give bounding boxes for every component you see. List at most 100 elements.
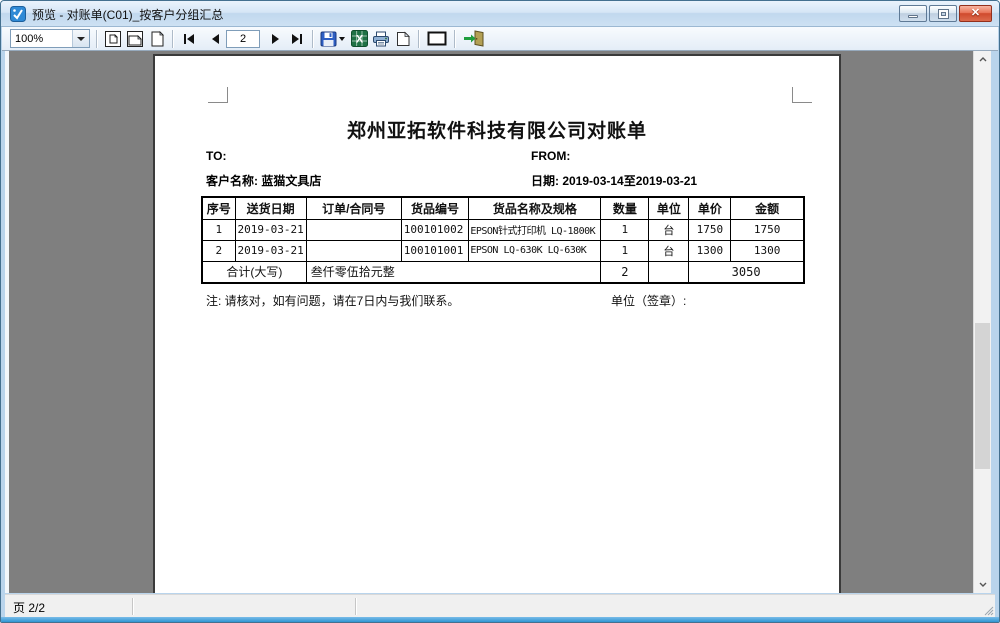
col-header: 单位 bbox=[649, 197, 689, 219]
actual-size-button[interactable] bbox=[146, 29, 168, 49]
fit-page-icon bbox=[104, 30, 122, 48]
separator bbox=[172, 30, 174, 48]
cell-seq: 2 bbox=[202, 240, 235, 261]
cell-order bbox=[306, 219, 401, 240]
blank-page-icon bbox=[396, 31, 410, 47]
page-indicator: 页 2/2 bbox=[13, 599, 45, 616]
last-page-icon bbox=[291, 34, 303, 44]
save-button[interactable] bbox=[318, 29, 348, 49]
to-label: TO: bbox=[206, 149, 226, 163]
maximize-icon bbox=[939, 10, 948, 18]
window-title: 预览 - 对账单(C01)_按客户分组汇总 bbox=[32, 6, 223, 23]
separator bbox=[96, 30, 98, 48]
close-button[interactable]: ✕ bbox=[959, 5, 992, 22]
printer-icon bbox=[372, 31, 390, 47]
scroll-up-button[interactable] bbox=[974, 51, 991, 68]
cell-amount: 1300 bbox=[731, 240, 804, 261]
save-icon bbox=[320, 31, 346, 47]
resize-grip[interactable] bbox=[982, 604, 994, 616]
preview-window: 预览 - 对账单(C01)_按客户分组汇总 ✕ bbox=[0, 0, 1000, 623]
total-amount: 3050 bbox=[689, 261, 804, 283]
total-unit bbox=[649, 261, 689, 283]
window-bottom-border bbox=[1, 617, 999, 622]
scroll-down-button[interactable] bbox=[974, 576, 991, 593]
next-page-button[interactable] bbox=[264, 29, 286, 49]
cell-name: EPSON LQ-630K LQ-630K bbox=[469, 240, 601, 261]
customer-name: 客户名称: 蓝猫文具店 bbox=[206, 172, 321, 189]
col-header: 序号 bbox=[202, 197, 235, 219]
blank-page-button[interactable] bbox=[392, 29, 414, 49]
table-total-row: 合计(大写) 叁仟零伍拾元整 2 3050 bbox=[202, 261, 804, 283]
crop-mark-left bbox=[208, 87, 228, 103]
margins-button[interactable] bbox=[424, 29, 450, 49]
cell-price: 1300 bbox=[689, 240, 731, 261]
scrollbar-thumb[interactable] bbox=[975, 323, 990, 469]
svg-text:X: X bbox=[355, 34, 363, 46]
cell-seq: 1 bbox=[202, 219, 235, 240]
minimize-button[interactable] bbox=[899, 5, 927, 22]
cell-unit: 台 bbox=[649, 219, 689, 240]
chevron-down-icon bbox=[77, 37, 85, 41]
total-label: 合计(大写) bbox=[202, 261, 306, 283]
col-header: 金额 bbox=[731, 197, 804, 219]
separator bbox=[355, 598, 357, 615]
document-page: 郑州亚拓软件科技有限公司对账单 TO: FROM: 客户名称: 蓝猫文具店 日期… bbox=[153, 54, 841, 593]
prev-page-icon bbox=[211, 34, 220, 44]
col-header: 货品编号 bbox=[401, 197, 469, 219]
document-title: 郑州亚拓软件科技有限公司对账单 bbox=[155, 116, 839, 143]
date-range: 日期: 2019-03-14至2019-03-21 bbox=[531, 172, 697, 189]
col-header: 数量 bbox=[601, 197, 649, 219]
first-page-icon bbox=[183, 34, 195, 44]
fit-page-button[interactable] bbox=[102, 29, 124, 49]
cell-name: EPSON针式打印机 LQ-1800K bbox=[469, 219, 601, 240]
cell-date: 2019-03-21 bbox=[235, 219, 306, 240]
statement-table: 序号 送货日期 订单/合同号 货品编号 货品名称及规格 数量 单位 单价 金额 … bbox=[201, 196, 805, 284]
zoom-input[interactable] bbox=[11, 30, 72, 47]
chevron-up-icon bbox=[979, 57, 987, 62]
separator bbox=[312, 30, 314, 48]
minimize-icon bbox=[908, 15, 918, 18]
zoom-combobox[interactable] bbox=[10, 29, 90, 48]
statusbar: 页 2/2 bbox=[5, 594, 995, 617]
table-header-row: 序号 送货日期 订单/合同号 货品编号 货品名称及规格 数量 单位 单价 金额 bbox=[202, 197, 804, 219]
cell-unit: 台 bbox=[649, 240, 689, 261]
titlebar: 预览 - 对账单(C01)_按客户分组汇总 ✕ bbox=[1, 1, 999, 27]
exit-door-icon bbox=[463, 30, 485, 47]
col-header: 订单/合同号 bbox=[306, 197, 401, 219]
crop-mark-right bbox=[792, 87, 812, 103]
margins-icon bbox=[427, 31, 447, 46]
export-excel-button[interactable]: X bbox=[348, 29, 370, 49]
vertical-scrollbar[interactable] bbox=[973, 51, 991, 593]
toolbar: X bbox=[2, 27, 998, 51]
maximize-button[interactable] bbox=[929, 5, 957, 22]
actual-size-icon bbox=[148, 30, 166, 48]
exit-button[interactable] bbox=[460, 29, 488, 49]
col-header: 货品名称及规格 bbox=[469, 197, 601, 219]
page-number-input[interactable] bbox=[226, 30, 260, 48]
total-amount-words: 叁仟零伍拾元整 bbox=[306, 261, 601, 283]
chevron-down-icon bbox=[979, 582, 987, 587]
cell-date: 2019-03-21 bbox=[235, 240, 306, 261]
cell-qty: 1 bbox=[601, 219, 649, 240]
cell-price: 1750 bbox=[689, 219, 731, 240]
fit-width-button[interactable] bbox=[124, 29, 146, 49]
print-button[interactable] bbox=[370, 29, 392, 49]
table-row: 2 2019-03-21 100101001 EPSON LQ-630K LQ-… bbox=[202, 240, 804, 261]
separator bbox=[418, 30, 420, 48]
cell-code: 100101002 bbox=[401, 219, 469, 240]
separator bbox=[454, 30, 456, 48]
last-page-button[interactable] bbox=[286, 29, 308, 49]
cell-qty: 1 bbox=[601, 240, 649, 261]
col-header: 单价 bbox=[689, 197, 731, 219]
signature-label: 单位（签章）: bbox=[611, 292, 686, 309]
excel-icon: X bbox=[351, 30, 368, 47]
zoom-dropdown-button[interactable] bbox=[72, 30, 89, 47]
note-text: 注: 请核对，如有问题，请在7日内与我们联系。 bbox=[206, 292, 459, 309]
close-icon: ✕ bbox=[971, 8, 980, 19]
table-row: 1 2019-03-21 100101002 EPSON针式打印机 LQ-180… bbox=[202, 219, 804, 240]
col-header: 送货日期 bbox=[235, 197, 306, 219]
first-page-button[interactable] bbox=[178, 29, 200, 49]
cell-order bbox=[306, 240, 401, 261]
prev-page-button[interactable] bbox=[204, 29, 226, 49]
app-logo-icon bbox=[10, 6, 26, 22]
